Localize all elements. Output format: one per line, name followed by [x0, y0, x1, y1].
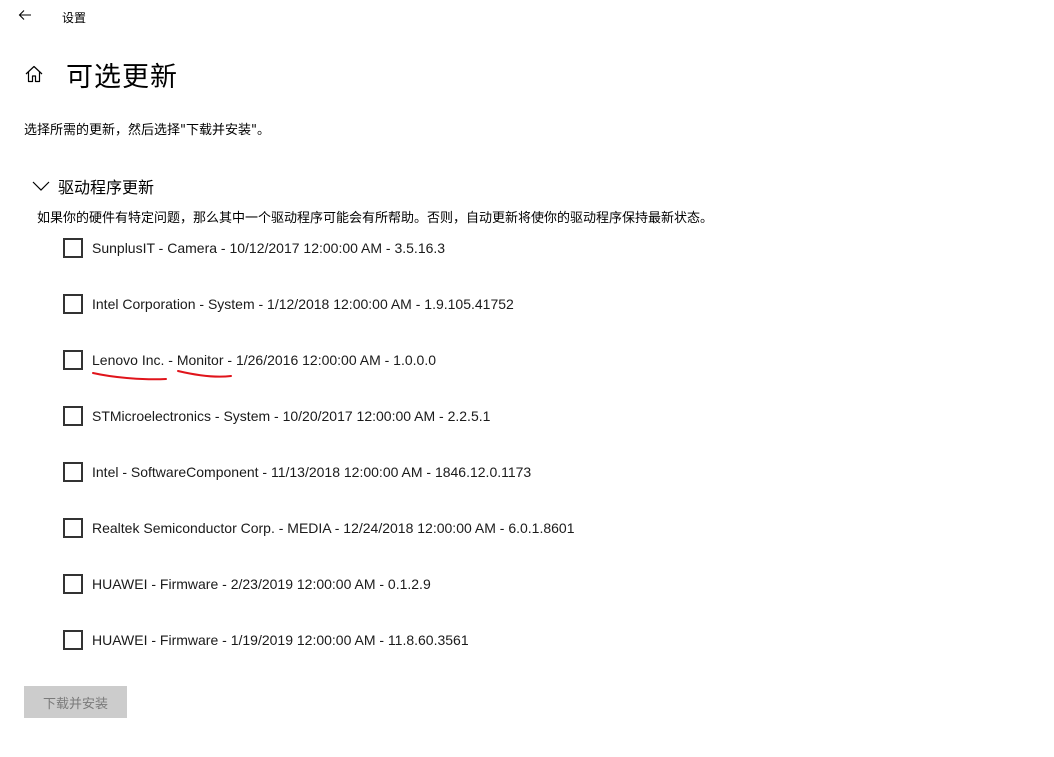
- home-icon: [25, 65, 43, 83]
- update-item-intel-system[interactable]: Intel Corporation - System - 1/12/2018 1…: [63, 294, 514, 314]
- update-checkbox[interactable]: [63, 406, 83, 426]
- home-button[interactable]: [22, 62, 46, 86]
- update-label: HUAWEI - Firmware - 2/23/2019 12:00:00 A…: [92, 576, 431, 592]
- update-item-stmicro-system[interactable]: STMicroelectronics - System - 10/20/2017…: [63, 406, 490, 426]
- update-checkbox[interactable]: [63, 350, 83, 370]
- update-checkbox[interactable]: [63, 630, 83, 650]
- update-checkbox[interactable]: [63, 574, 83, 594]
- update-checkbox[interactable]: [63, 238, 83, 258]
- driver-updates-toggle[interactable]: 驱动程序更新: [30, 174, 154, 198]
- download-install-button[interactable]: 下载并安装: [24, 686, 127, 718]
- page-title: 可选更新: [66, 62, 178, 93]
- app-title: 设置: [62, 11, 87, 25]
- update-label: Realtek Semiconductor Corp. - MEDIA - 12…: [92, 520, 575, 536]
- update-label: Intel Corporation - System - 1/12/2018 1…: [92, 296, 514, 312]
- update-item-huawei-firmware-1[interactable]: HUAWEI - Firmware - 2/23/2019 12:00:00 A…: [63, 574, 431, 594]
- update-item-intel-softwarecomponent[interactable]: Intel - SoftwareComponent - 11/13/2018 1…: [63, 462, 531, 482]
- update-label: Intel - SoftwareComponent - 11/13/2018 1…: [92, 464, 532, 480]
- update-checkbox[interactable]: [63, 462, 83, 482]
- chevron-down-icon: [30, 177, 52, 195]
- page-description: 选择所需的更新，然后选择"下载并安装"。: [24, 123, 270, 138]
- back-button[interactable]: [14, 4, 36, 26]
- annotation-underline: [92, 370, 232, 381]
- section-description: 如果你的硬件有特定问题，那么其中一个驱动程序可能会有所帮助。否则，自动更新将使你…: [37, 211, 714, 226]
- back-arrow-icon: [18, 10, 31, 20]
- update-label: SunplusIT - Camera - 10/12/2017 12:00:00…: [92, 240, 446, 256]
- update-label: STMicroelectronics - System - 10/20/2017…: [92, 408, 491, 424]
- update-checkbox[interactable]: [63, 518, 83, 538]
- section-title: 驱动程序更新: [58, 178, 155, 197]
- update-checkbox[interactable]: [63, 294, 83, 314]
- update-label: HUAWEI - Firmware - 1/19/2019 12:00:00 A…: [92, 632, 469, 648]
- update-item-realtek-media[interactable]: Realtek Semiconductor Corp. - MEDIA - 12…: [63, 518, 575, 538]
- update-item-sunplusit-camera[interactable]: SunplusIT - Camera - 10/12/2017 12:00:00…: [63, 238, 445, 258]
- update-item-huawei-firmware-2[interactable]: HUAWEI - Firmware - 1/19/2019 12:00:00 A…: [63, 630, 469, 650]
